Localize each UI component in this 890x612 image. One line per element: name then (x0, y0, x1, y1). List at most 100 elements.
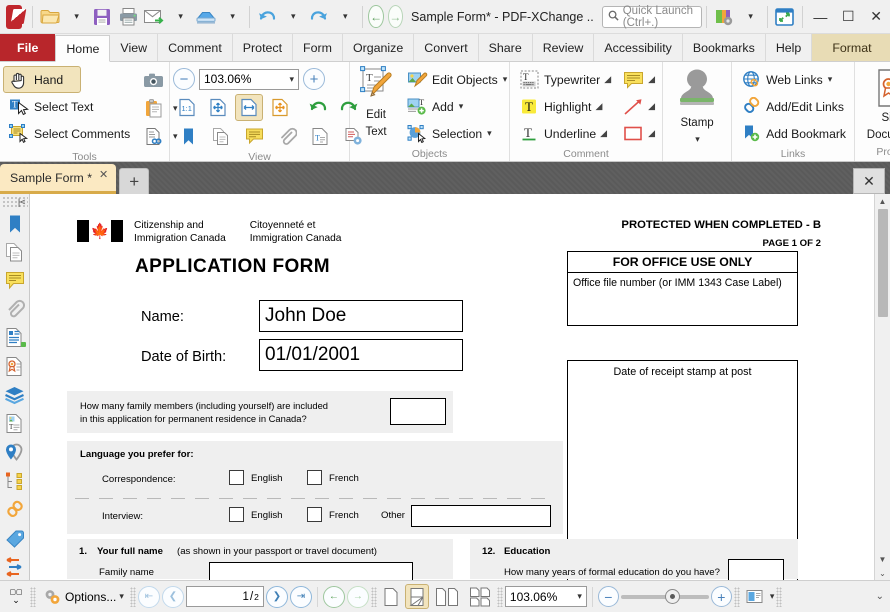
redo-dropdown[interactable]: ▾ (332, 3, 358, 31)
new-tab-button[interactable]: + (119, 168, 150, 194)
nav-layers-icon[interactable] (2, 382, 28, 409)
close-document-button[interactable]: ✕ (853, 168, 885, 194)
options-button[interactable]: Options... ▾ (38, 584, 128, 609)
navpane-collapse-handle[interactable]: |< (1, 196, 28, 209)
open-button[interactable] (37, 3, 63, 31)
tab-format[interactable]: Format (812, 34, 890, 61)
snapshot-button[interactable] (137, 67, 169, 94)
nav-signatures-icon[interactable] (2, 353, 28, 380)
statusbar-collapse-icon[interactable]: ⌄ (876, 591, 886, 602)
maximize-button[interactable]: ☐ (834, 0, 862, 33)
statusbar-grip[interactable] (30, 586, 36, 607)
tab-comment[interactable]: Comment (158, 34, 233, 61)
nav-structure-icon[interactable] (2, 468, 28, 495)
nav-fields-icon[interactable] (2, 325, 28, 352)
add-edit-links-button[interactable]: Add/Edit Links (735, 93, 851, 120)
theme-button[interactable] (711, 3, 737, 31)
scan-button[interactable] (193, 3, 219, 31)
edit-text-button[interactable]: T Edit Text (353, 65, 399, 138)
tab-review[interactable]: Review (533, 34, 595, 61)
tab-accessibility[interactable]: Accessibility (594, 34, 683, 61)
email-button[interactable] (141, 3, 167, 31)
tab-convert[interactable]: Convert (414, 34, 479, 61)
nav-content-icon[interactable]: T (2, 410, 28, 437)
tab-home[interactable]: Home (55, 35, 111, 62)
sticky-note-button[interactable]: ◢ (618, 66, 659, 93)
nav-bookmarks-icon[interactable] (2, 210, 28, 237)
bookmarks-pane-button[interactable] (173, 123, 203, 150)
correspondence-english-checkbox[interactable] (229, 470, 244, 485)
clipboard-button[interactable] (137, 95, 169, 122)
zoom-in-button[interactable]: + (303, 68, 325, 90)
last-page-button[interactable]: ⇥ (289, 585, 312, 608)
nav-attachments-icon[interactable] (2, 296, 28, 323)
arrow-button[interactable]: ◢ (618, 93, 659, 120)
vertical-scrollbar[interactable]: ▲ ▼ ⌄ (874, 194, 890, 580)
tab-share[interactable]: Share (479, 34, 533, 61)
nav-zoom-tool-icon[interactable] (2, 553, 28, 580)
tab-file[interactable]: File (0, 34, 56, 61)
loupe-dropdown-icon[interactable]: ▾ (770, 591, 775, 602)
q12-years-input[interactable] (728, 559, 784, 580)
q1-family-name-input[interactable] (209, 562, 413, 580)
fit-width-button[interactable] (235, 93, 263, 121)
rotate-ccw-button[interactable] (304, 94, 332, 121)
scrollbar-thumb[interactable] (877, 209, 888, 317)
page-number-input[interactable]: 1 / 2 (185, 586, 264, 607)
comments-pane-button[interactable] (239, 123, 269, 150)
tab-organize[interactable]: Organize (343, 34, 415, 61)
dob-input[interactable]: 01/01/2001 (259, 339, 463, 371)
statusbar-expand-button[interactable]: ▢▢ ⌄ (4, 584, 28, 609)
statusbar-zoom-in-button[interactable]: + (710, 586, 732, 607)
fit-visible-button[interactable] (266, 94, 294, 121)
rectangle-button[interactable]: ◢ (618, 120, 659, 147)
nav-forward-history-button[interactable]: → (346, 585, 369, 608)
scroll-up-icon[interactable]: ▲ (875, 194, 890, 208)
save-button[interactable] (89, 3, 115, 31)
add-object-button[interactable]: T Add ▾ (401, 93, 512, 120)
statusbar-grip[interactable] (129, 586, 136, 607)
statusbar-grip[interactable] (733, 586, 740, 607)
hand-tool-button[interactable]: Hand (3, 66, 81, 93)
nav-pages-icon[interactable] (2, 239, 28, 266)
fit-page-button[interactable] (204, 94, 232, 121)
open-dropdown[interactable]: ▾ (63, 3, 89, 31)
zoom-slider-thumb[interactable] (664, 588, 680, 604)
typewriter-button[interactable]: T Typewriter ◢ (513, 66, 616, 93)
document-tab-sample-form[interactable]: Sample Form * ✕ (0, 164, 117, 194)
stamp-button[interactable]: Stamp ▾ (666, 66, 728, 146)
nav-comments-icon[interactable] (2, 267, 28, 294)
nav-links-icon[interactable] (2, 496, 28, 523)
highlight-button[interactable]: T Highlight ◢ (513, 93, 616, 120)
theme-dropdown[interactable]: ▾ (737, 3, 763, 31)
statusbar-grip[interactable] (776, 586, 783, 607)
fullscreen-button[interactable] (772, 3, 798, 31)
continuous-view-button[interactable] (404, 584, 429, 609)
add-bookmark-button[interactable]: Add Bookmark (735, 120, 851, 147)
scroll-down-icon[interactable]: ▼ (875, 552, 890, 566)
nav-destinations-icon[interactable] (2, 439, 28, 466)
web-links-button[interactable]: Web Links ▾ (735, 66, 851, 93)
loupe-button[interactable] (742, 584, 767, 609)
first-page-button[interactable]: ⇤ (137, 585, 160, 608)
statusbar-zoom-out-button[interactable]: − (597, 586, 619, 607)
correspondence-french-checkbox[interactable] (307, 470, 322, 485)
nav-forward-button[interactable]: → (387, 5, 404, 28)
undo-button[interactable] (254, 3, 280, 31)
document-tab-close-icon[interactable]: ✕ (99, 168, 108, 181)
zoom-slider-track[interactable] (620, 588, 709, 604)
select-text-button[interactable]: T Select Text (3, 93, 121, 120)
undo-dropdown[interactable]: ▾ (280, 3, 306, 31)
statusbar-zoom-select[interactable]: 103.06% ▾ (504, 586, 587, 607)
select-comments-button[interactable]: Select Comments (3, 120, 135, 147)
selection-button[interactable]: Selection ▾ (401, 120, 512, 147)
edit-objects-button[interactable]: Edit Objects ▾ (401, 66, 512, 93)
pages-pane-button[interactable] (206, 123, 236, 150)
office-file-number-field[interactable]: Office file number (or IMM 1343 Case Lab… (568, 273, 797, 325)
name-input[interactable]: John Doe (259, 300, 463, 332)
nav-back-button[interactable]: ← (368, 5, 384, 28)
four-pages-view-button[interactable] (465, 584, 495, 609)
scroll-end-icon[interactable]: ⌄ (875, 566, 890, 580)
quick-launch-input[interactable]: Quick Launch (Ctrl+.) (601, 5, 703, 29)
two-pages-view-button[interactable] (431, 584, 463, 609)
